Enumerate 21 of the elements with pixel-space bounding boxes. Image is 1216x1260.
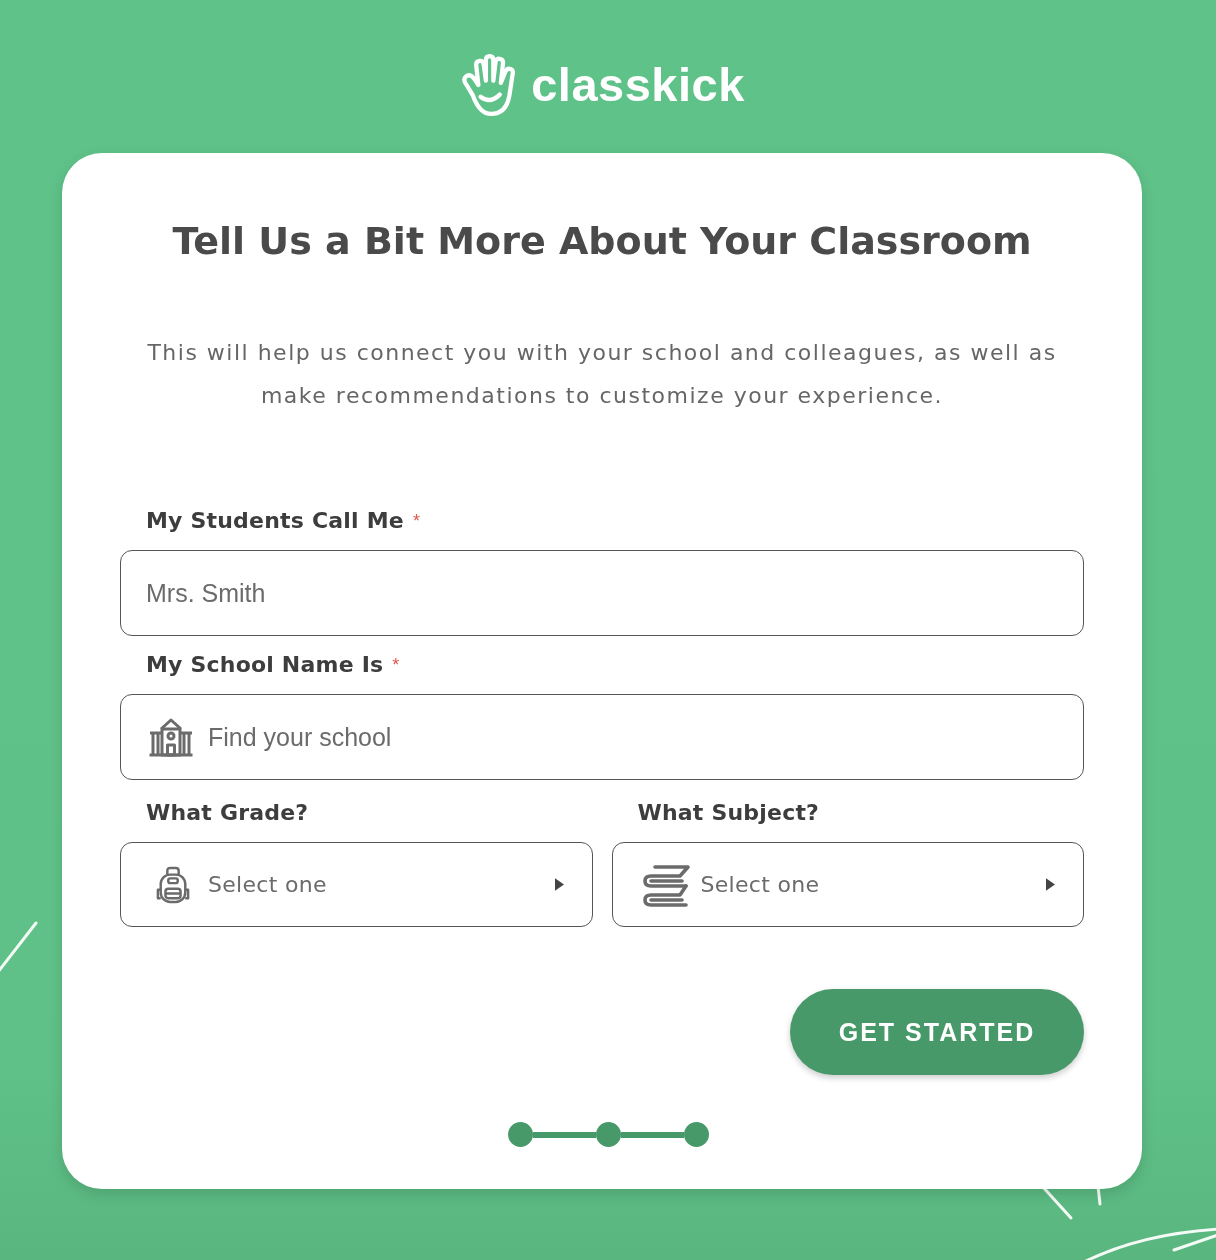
field-label: My School Name Is bbox=[146, 651, 384, 679]
chalk-stroke bbox=[0, 921, 38, 974]
select-dropdown[interactable]: Select one bbox=[611, 842, 1084, 927]
select-dropdown[interactable]: Select one bbox=[120, 842, 593, 927]
caret-icon bbox=[554, 878, 564, 891]
caret-icon bbox=[1046, 878, 1055, 891]
field-label: My Students Call Me bbox=[146, 507, 404, 535]
school-building-icon bbox=[148, 717, 194, 757]
page-subtitle: This will help us connect you with your school and colleagues, as well as make recommendations to customize your experience. bbox=[146, 339, 1058, 410]
name-input[interactable]: Mrs. Smith bbox=[120, 550, 1084, 636]
required-asterisk: * bbox=[412, 510, 420, 533]
books-icon bbox=[640, 862, 693, 907]
field-label: What Subject? bbox=[637, 799, 820, 827]
hand-logo-icon bbox=[459, 54, 518, 116]
get-started-button[interactable]: GET STARTED bbox=[790, 989, 1084, 1075]
page-title: Tell Us a Bit More About Your Classroom bbox=[171, 218, 1033, 265]
school-search-field[interactable]: Find your school bbox=[120, 694, 1084, 780]
required-asterisk: * bbox=[392, 654, 400, 677]
logo-wordmark: classkick bbox=[531, 57, 745, 113]
field-label: What Grade? bbox=[146, 799, 309, 827]
backpack-icon bbox=[156, 865, 190, 904]
